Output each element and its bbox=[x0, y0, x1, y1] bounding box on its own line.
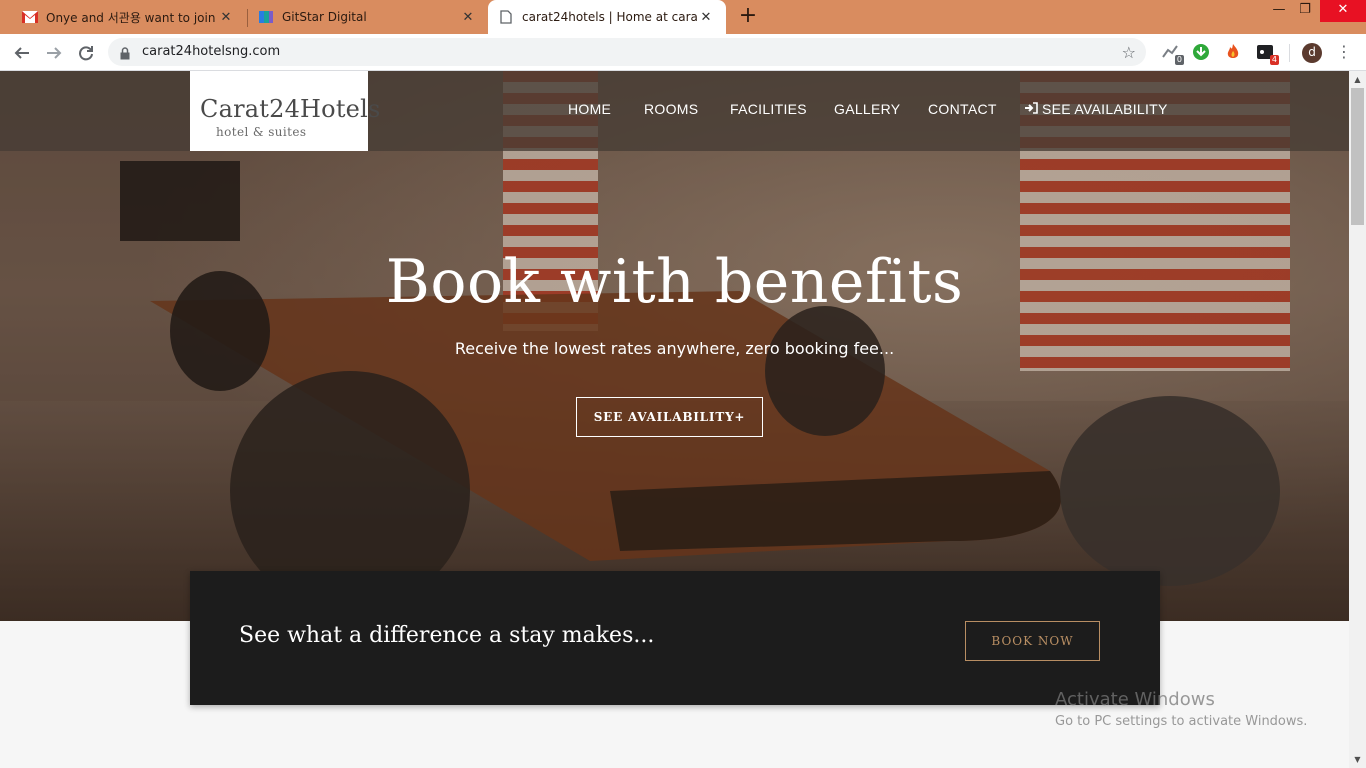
tab-title: GitStar Digital bbox=[282, 10, 367, 24]
reload-icon bbox=[79, 46, 93, 61]
booking-tagline: See what a difference a stay makes... bbox=[239, 623, 655, 648]
close-icon[interactable]: ✕ bbox=[218, 9, 234, 25]
tab-gitstar[interactable]: GitStar Digital ✕ bbox=[248, 0, 488, 34]
download-arrow-icon[interactable] bbox=[1191, 42, 1211, 62]
fire-icon[interactable] bbox=[1223, 42, 1243, 62]
close-window-button[interactable]: ✕ bbox=[1320, 0, 1366, 22]
back-button[interactable] bbox=[10, 41, 34, 65]
forward-button[interactable] bbox=[42, 41, 66, 65]
nav-facilities[interactable]: FACILITIES bbox=[730, 101, 807, 123]
sign-in-icon bbox=[1025, 101, 1038, 117]
close-icon[interactable]: ✕ bbox=[460, 9, 476, 25]
page-scrollbar[interactable]: ▲ ▼ bbox=[1349, 71, 1366, 768]
nav-contact[interactable]: CONTACT bbox=[928, 101, 997, 123]
gitstar-icon bbox=[258, 9, 274, 25]
restore-button[interactable]: ❐ bbox=[1290, 0, 1320, 22]
extension-badge: 4 bbox=[1269, 55, 1279, 65]
lock-icon bbox=[120, 45, 130, 64]
hero-title: Book with benefits bbox=[385, 247, 964, 317]
nav-rooms[interactable]: ROOMS bbox=[644, 101, 698, 123]
book-now-button[interactable]: BOOK NOW bbox=[965, 621, 1100, 661]
gmail-icon bbox=[22, 9, 38, 25]
back-arrow-icon bbox=[14, 47, 29, 59]
bookmark-star-icon[interactable]: ☆ bbox=[1122, 43, 1136, 62]
url-text: carat24hotelsng.com bbox=[142, 44, 281, 59]
nav-see-availability-label: SEE AVAILABILITY bbox=[1042, 101, 1168, 117]
logo-tagline: hotel & suites bbox=[216, 125, 307, 139]
tab-strip: Onye and 서관용 want to join yo ✕ GitStar D… bbox=[0, 0, 1366, 34]
booking-banner: See what a difference a stay makes... BO… bbox=[190, 571, 1160, 705]
scroll-down-arrow-icon[interactable]: ▼ bbox=[1349, 751, 1366, 768]
extension-chart-icon[interactable]: 0 bbox=[1160, 42, 1184, 65]
activation-watermark-text: Go to PC settings to activate Windows. bbox=[1055, 714, 1308, 729]
toolbar-divider bbox=[1289, 44, 1290, 62]
activation-watermark-title: Activate Windows bbox=[1055, 689, 1215, 710]
extension-badge: 0 bbox=[1174, 55, 1184, 65]
hero-subtitle: Receive the lowest rates anywhere, zero … bbox=[454, 339, 895, 358]
new-tab-button[interactable]: + bbox=[736, 5, 760, 29]
tab-title: carat24hotels | Home at carat24h bbox=[522, 10, 698, 24]
tab-title: Onye and 서관용 want to join yo bbox=[46, 10, 218, 25]
nav-see-availability[interactable]: SEE AVAILABILITY bbox=[1025, 101, 1168, 123]
scrollbar-thumb[interactable] bbox=[1351, 88, 1364, 225]
forward-arrow-icon bbox=[47, 47, 62, 59]
profile-avatar[interactable]: d bbox=[1302, 43, 1322, 63]
tab-gmail[interactable]: Onye and 서관용 want to join yo ✕ bbox=[0, 0, 246, 34]
address-bar[interactable]: carat24hotelsng.com ☆ bbox=[108, 38, 1146, 66]
nav-home[interactable]: HOME bbox=[568, 101, 611, 123]
logo-name: Carat24Hotels bbox=[200, 95, 381, 123]
hero-section: Carat24Hotels hotel & suites HOME ROOMS … bbox=[0, 71, 1349, 621]
scroll-up-arrow-icon[interactable]: ▲ bbox=[1349, 71, 1366, 88]
close-icon[interactable]: ✕ bbox=[698, 9, 714, 25]
site-logo[interactable]: Carat24Hotels hotel & suites bbox=[190, 71, 380, 151]
browser-toolbar: carat24hotelsng.com ☆ 0 4 d ⋮ bbox=[0, 34, 1366, 71]
page-icon bbox=[498, 9, 514, 25]
page-viewport: Carat24Hotels hotel & suites HOME ROOMS … bbox=[0, 71, 1349, 768]
see-availability-button[interactable]: SEE AVAILABILITY+ bbox=[576, 397, 763, 437]
menu-kebab-icon[interactable]: ⋮ bbox=[1336, 42, 1352, 62]
nav-gallery[interactable]: GALLERY bbox=[834, 101, 900, 123]
extension-dark-icon[interactable]: 4 bbox=[1255, 42, 1279, 65]
reload-button[interactable] bbox=[74, 41, 98, 65]
tab-carat24hotels[interactable]: carat24hotels | Home at carat24h ✕ bbox=[488, 0, 726, 34]
